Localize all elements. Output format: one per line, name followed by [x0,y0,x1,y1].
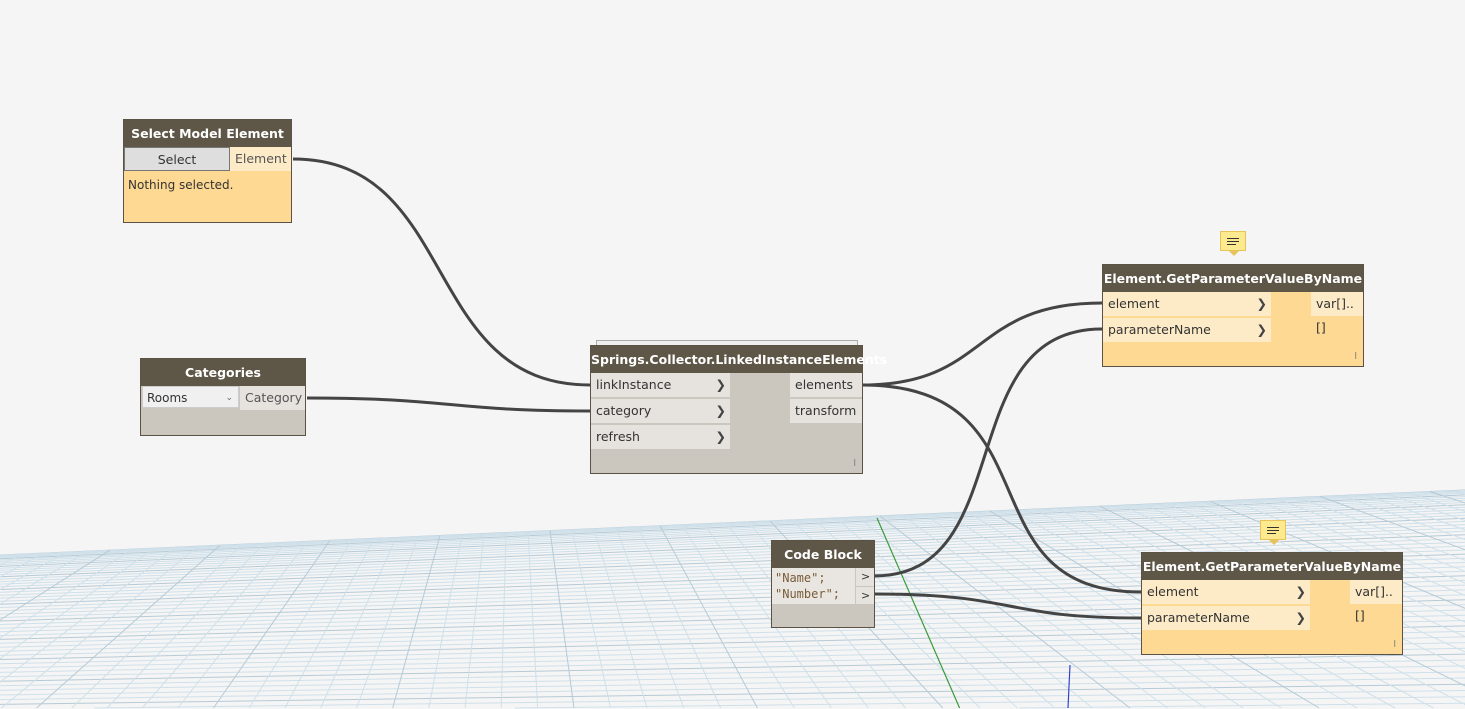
wire-element-to-linkinstance[interactable] [292,157,591,387]
output-port-line-2[interactable]: > [856,587,874,604]
status-text: Nothing selected. [128,178,234,192]
chevron-right-icon: ❯ [1256,322,1267,337]
chevron-right-icon: ❯ [715,377,726,392]
output-port-category[interactable]: Category [240,386,305,410]
output-port-transform[interactable]: transform [790,399,862,423]
output-port-line-1[interactable]: > [856,568,874,586]
input-port-element[interactable]: element ❯ [1142,580,1310,604]
node-title: Springs.Collector.LinkedInstanceElements [591,346,887,373]
port-label: category [596,403,652,418]
code-block-node[interactable]: Code Block "Name"; "Number"; > > [771,540,875,628]
input-port-refresh[interactable]: refresh ❯ [591,425,730,449]
lacing-indicator: l [1393,640,1396,650]
chevron-right-icon: ❯ [715,403,726,418]
output-port-var[interactable]: var[]..[] [1350,580,1402,623]
output-port-var[interactable]: var[]..[] [1311,292,1363,335]
chevron-right-icon: ❯ [1295,610,1306,625]
select-button[interactable]: Select [124,147,230,171]
node-title: Element.GetParameterValueByName [1103,265,1363,292]
port-label: refresh [596,429,640,444]
code-line: "Number"; [775,587,841,601]
output-port-elements[interactable]: elements [790,373,862,397]
port-label: linkInstance [596,377,672,392]
get-parameter-value-node-1[interactable]: Element.GetParameterValueByName element ❯… [1102,264,1364,367]
port-label: parameterName [1147,610,1250,625]
linked-instance-elements-node[interactable]: Springs.Collector.LinkedInstanceElements… [590,345,887,474]
lacing-indicator: l [853,459,856,469]
wire-number-to-parametername-2[interactable] [873,592,1142,620]
note-icon[interactable] [1220,231,1246,256]
node-title: Select Model Element [124,120,291,147]
node-title: Element.GetParameterValueByName [1142,553,1402,580]
wire-elements-to-element-1[interactable] [861,301,1103,387]
port-label: element [1108,296,1160,311]
chevron-down-icon: ⌄ [225,393,233,403]
wire-elements-to-element-2[interactable] [861,383,1142,594]
categories-node[interactable]: Categories Rooms ⌄ Category [140,358,306,436]
chevron-right-icon: ❯ [715,429,726,444]
node-title: Code Block [772,541,874,568]
code-line: "Name"; [775,571,826,585]
lacing-indicator: l [1354,352,1357,362]
input-port-category[interactable]: category ❯ [591,399,730,423]
chevron-right-icon: ❯ [1256,296,1267,311]
node-title: Categories [141,359,305,386]
note-icon[interactable] [1260,520,1286,545]
input-port-parametername[interactable]: parameterName ❯ [1142,606,1310,630]
input-port-element[interactable]: element ❯ [1103,292,1271,316]
chevron-right-icon: ❯ [1295,584,1306,599]
input-port-linkinstance[interactable]: linkInstance ❯ [591,373,730,397]
select-model-element-node[interactable]: Select Model Element Select Element Noth… [123,119,292,223]
category-dropdown[interactable]: Rooms ⌄ [142,386,239,408]
wire-category-to-category[interactable] [306,396,591,413]
port-label: parameterName [1108,322,1211,337]
wire-name-to-parametername-1[interactable] [873,327,1103,578]
dropdown-value: Rooms [147,391,188,405]
code-editor[interactable]: "Name"; "Number"; [772,568,855,604]
output-port-element[interactable]: Element [230,147,291,171]
input-port-parametername[interactable]: parameterName ❯ [1103,318,1271,342]
port-label: element [1147,584,1199,599]
get-parameter-value-node-2[interactable]: Element.GetParameterValueByName element ❯… [1141,552,1403,655]
